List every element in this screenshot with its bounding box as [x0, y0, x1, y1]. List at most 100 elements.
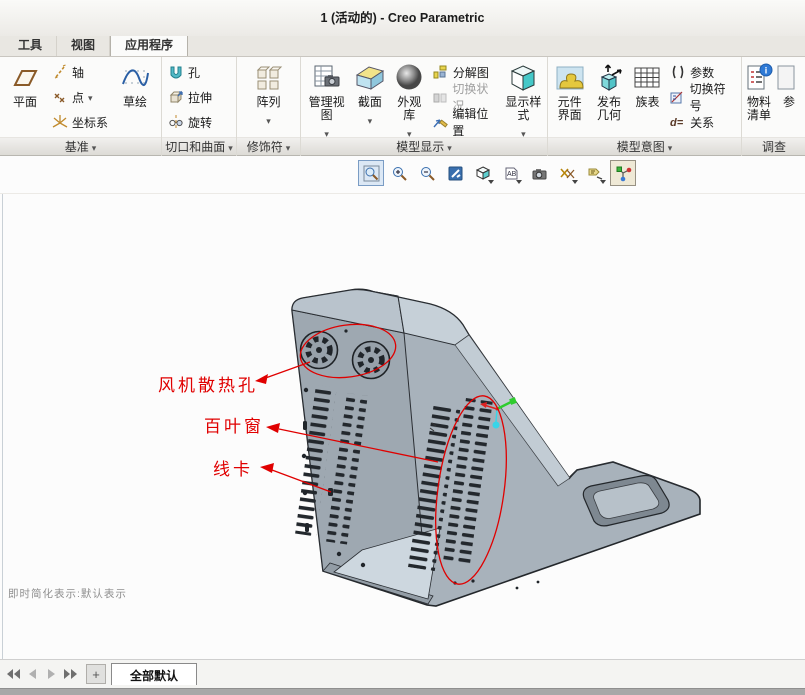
first-tab-button[interactable] — [6, 666, 22, 682]
graphics-toolbar: AB — [358, 160, 636, 186]
group-label-datum[interactable]: 基准 — [0, 137, 161, 156]
pattern-icon — [254, 62, 284, 94]
bom-icon: i — [744, 62, 774, 94]
view-manager-button[interactable] — [526, 160, 552, 186]
dropdown-mini-arrow[interactable] — [516, 180, 522, 184]
point-icon — [51, 89, 68, 106]
revolve-button[interactable]: 旋转 — [164, 110, 234, 134]
annotation-louver: 百叶窗 — [204, 412, 264, 437]
parameters-icon — [669, 64, 686, 81]
axis-icon — [51, 64, 68, 81]
menu-tab-row: 工具 视图 应用程序 — [0, 36, 805, 57]
fan-hole — [353, 342, 390, 379]
family-table-button[interactable]: 族表 — [629, 58, 666, 109]
toolbar-strip: AB — [0, 156, 805, 193]
sketch-button[interactable]: 草绘 — [112, 58, 158, 109]
relations-button[interactable]: d= 关系 — [666, 110, 739, 134]
view-manager-icon — [531, 165, 548, 182]
sketch-icon — [120, 62, 150, 94]
svg-text:d=: d= — [670, 117, 684, 129]
spin-center-icon — [615, 165, 632, 182]
group-label-investigate[interactable]: 调查 — [742, 137, 805, 156]
zoom-in-button[interactable] — [386, 160, 412, 186]
section-icon — [355, 62, 385, 94]
annotation-wire-clip: 线卡 — [213, 455, 253, 480]
zoom-out-button[interactable] — [414, 160, 440, 186]
point-button[interactable]: 点 — [48, 85, 112, 109]
axis-button[interactable]: 轴 — [48, 60, 112, 84]
family-table-icon — [632, 62, 662, 94]
group-label-modifiers[interactable]: 修饰符 — [237, 137, 300, 156]
extrude-button[interactable]: 拉伸 — [164, 85, 234, 109]
pattern-button[interactable]: 阵列 — [244, 58, 294, 129]
previous-tab-button[interactable] — [25, 666, 41, 682]
saved-orientations-icon: AB — [503, 165, 520, 182]
ribbon-group-investigate: i 物料清单 参 调查 — [742, 57, 805, 156]
display-style-button[interactable]: 显示样式 — [502, 58, 545, 142]
spin-center-button[interactable] — [610, 160, 636, 186]
bottom-tab-bar: + 全部默认 — [0, 659, 805, 688]
display-style-icon — [508, 62, 538, 94]
relations-icon: d= — [669, 114, 686, 131]
zoom-in-icon — [391, 165, 408, 182]
publish-geometry-button[interactable]: 发布几何 — [589, 58, 628, 122]
explode-view-icon — [432, 64, 449, 81]
dropdown-mini-arrow[interactable] — [600, 180, 606, 184]
group-label-cuts[interactable]: 切口和曲面 — [162, 137, 236, 156]
tab-view[interactable]: 视图 — [57, 33, 110, 56]
toggle-symbols-icon — [669, 89, 685, 106]
hole-button[interactable]: 孔 — [164, 60, 234, 84]
toggle-status-icon — [432, 89, 448, 106]
svg-text:i: i — [765, 66, 768, 76]
edit-position-button[interactable]: 编辑位置 — [429, 110, 502, 134]
annotation-display-icon — [587, 165, 604, 182]
zoom-fit-icon — [363, 165, 380, 182]
zoom-fit-button[interactable] — [358, 160, 384, 186]
display-style-cube-icon — [475, 165, 492, 182]
ribbon: 平面 轴 点 — [0, 57, 805, 156]
saved-orientations-button[interactable]: AB — [498, 160, 524, 186]
appearance-button[interactable]: 外观库 — [390, 58, 429, 142]
group-label-model-display[interactable]: 模型显示 — [301, 137, 547, 156]
bom-button[interactable]: i 物料清单 — [744, 58, 774, 122]
repaint-icon — [447, 165, 464, 182]
appearance-gallery-icon — [394, 62, 424, 94]
clipped-button[interactable]: 参 — [774, 58, 804, 109]
component-interface-button[interactable]: 元件界面 — [550, 58, 589, 122]
next-tab-button[interactable] — [44, 666, 60, 682]
last-tab-button[interactable] — [63, 666, 79, 682]
manage-views-button[interactable]: 管理视图 — [303, 58, 350, 142]
component-interface-icon — [555, 62, 585, 94]
simplified-rep-status: 即时简化表示:默认表示 — [8, 586, 127, 601]
datum-display-button[interactable] — [554, 160, 580, 186]
ribbon-group-datum: 平面 轴 点 — [0, 57, 162, 156]
point-dropdown-arrow[interactable] — [88, 90, 93, 104]
display-style-toolbar-button[interactable] — [470, 160, 496, 186]
tab-tools[interactable]: 工具 — [4, 33, 57, 56]
group-label-model-intent[interactable]: 模型意图 — [548, 137, 741, 156]
repaint-button[interactable] — [442, 160, 468, 186]
dropdown-mini-arrow[interactable] — [572, 180, 578, 184]
csys-button[interactable]: 坐标系 — [48, 110, 112, 134]
datum-display-icon — [559, 165, 576, 182]
clipped-icon — [774, 62, 804, 94]
toggle-symbols-button[interactable]: 切换符号 — [666, 85, 739, 109]
add-tab-button[interactable]: + — [86, 664, 106, 684]
ribbon-group-modifiers: 阵列 修饰符 — [237, 57, 301, 156]
status-strip — [0, 688, 805, 695]
title-bar: 1 (活动的) - Creo Parametric — [0, 0, 805, 36]
annotation-display-button[interactable] — [582, 160, 608, 186]
zoom-out-icon — [419, 165, 436, 182]
hole-icon — [167, 64, 184, 81]
plane-button[interactable]: 平面 — [2, 58, 48, 109]
graphics-area[interactable]: 风机散热孔 百叶窗 线卡 即时简化表示:默认表示 — [0, 193, 805, 659]
edit-position-icon — [432, 114, 448, 131]
svg-text:AB: AB — [507, 171, 517, 178]
tab-all-default[interactable]: 全部默认 — [111, 663, 197, 685]
revolve-icon — [167, 114, 184, 131]
publish-geometry-icon — [594, 62, 624, 94]
ribbon-group-model-intent: 元件界面 发布几何 族表 — [548, 57, 742, 156]
section-button[interactable]: 截面 — [350, 58, 389, 129]
dropdown-mini-arrow[interactable] — [488, 180, 494, 184]
extrude-icon — [167, 89, 184, 106]
